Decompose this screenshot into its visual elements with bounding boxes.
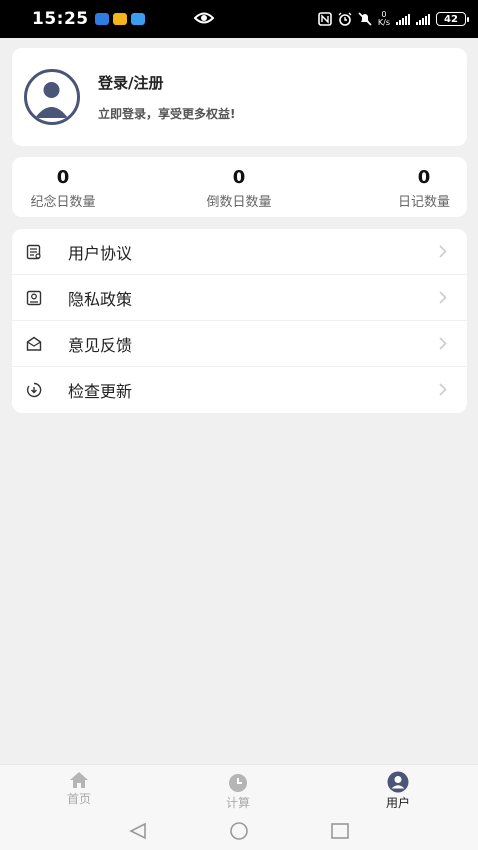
menu-item-label: 用户协议 bbox=[68, 243, 133, 263]
stat-diary: 0 日记数量 bbox=[392, 167, 456, 210]
stat-countdown: 0 倒数日数量 bbox=[199, 167, 279, 210]
menu-item-check-update[interactable]: 检查更新 bbox=[12, 367, 467, 413]
avatar[interactable] bbox=[24, 69, 80, 125]
mail-icon bbox=[26, 336, 42, 352]
stat-anniversary: 0 纪念日数量 bbox=[24, 167, 102, 210]
user-icon bbox=[387, 771, 409, 793]
stat-label: 倒数日数量 bbox=[206, 195, 272, 210]
nfc-icon bbox=[318, 12, 332, 26]
stat-value: 0 bbox=[56, 167, 70, 188]
mute-icon bbox=[358, 12, 372, 26]
menu-item-feedback[interactable]: 意见反馈 bbox=[12, 321, 467, 367]
stat-value: 0 bbox=[232, 167, 246, 188]
user-avatar-icon bbox=[35, 82, 68, 118]
tab-calculate[interactable]: 计算 bbox=[208, 773, 268, 811]
notification-icons bbox=[94, 13, 145, 25]
home-icon bbox=[70, 772, 88, 788]
stat-label: 纪念日数量 bbox=[30, 195, 96, 210]
chevron-right-icon bbox=[439, 291, 447, 304]
login-register-link[interactable]: 登录/注册 bbox=[98, 72, 235, 93]
chevron-right-icon bbox=[439, 245, 447, 258]
system-navigation-bar bbox=[0, 814, 478, 850]
stats-card: 0 纪念日数量 0 倒数日数量 0 日记数量 bbox=[12, 157, 467, 217]
privacy-icon bbox=[26, 290, 42, 306]
network-speed: 0 K/s bbox=[378, 11, 390, 27]
document-icon bbox=[26, 244, 42, 260]
update-icon bbox=[26, 382, 42, 398]
menu-item-user-agreement[interactable]: 用户协议 bbox=[12, 229, 467, 275]
bottom-tab-bar: 首页 计算 用户 bbox=[0, 764, 478, 814]
tab-label: 首页 bbox=[66, 792, 91, 806]
signal-icon bbox=[416, 13, 430, 25]
mail-app-icon bbox=[94, 13, 109, 25]
alarm-icon bbox=[338, 12, 352, 26]
chevron-right-icon bbox=[439, 337, 447, 350]
network-speed-unit: K/s bbox=[377, 18, 390, 27]
tab-label: 计算 bbox=[225, 796, 250, 810]
menu-item-label: 检查更新 bbox=[68, 382, 133, 401]
tab-label: 用户 bbox=[385, 796, 410, 810]
battery-level: 42 bbox=[444, 13, 458, 25]
recents-icon[interactable] bbox=[330, 822, 350, 840]
menu-item-label: 意见反馈 bbox=[68, 335, 133, 355]
login-card[interactable]: 登录/注册 立即登录，享受更多权益! bbox=[12, 48, 467, 146]
stat-value: 0 bbox=[417, 167, 431, 188]
eye-icon bbox=[194, 12, 214, 24]
home-button-icon[interactable] bbox=[228, 822, 250, 840]
clock-icon bbox=[229, 774, 247, 792]
menu-item-label: 隐私政策 bbox=[68, 289, 133, 309]
status-bar: 15:25 0 K/s 42 bbox=[0, 0, 478, 38]
menu-item-privacy-policy[interactable]: 隐私政策 bbox=[12, 275, 467, 321]
status-time: 15:25 bbox=[32, 9, 89, 29]
message-app-icon bbox=[112, 13, 127, 25]
back-icon[interactable] bbox=[128, 822, 148, 840]
tab-user[interactable]: 用户 bbox=[368, 771, 428, 811]
chevron-right-icon bbox=[439, 383, 447, 396]
settings-menu: 用户协议 隐私政策 意见反馈 检查更新 bbox=[12, 229, 467, 413]
stat-label: 日记数量 bbox=[397, 195, 450, 210]
signal-icon bbox=[396, 13, 410, 25]
login-subtitle: 立即登录，享受更多权益! bbox=[98, 107, 236, 121]
cloud-app-icon bbox=[130, 13, 145, 25]
tab-home[interactable]: 首页 bbox=[49, 771, 109, 807]
battery-icon: 42 bbox=[436, 12, 469, 26]
